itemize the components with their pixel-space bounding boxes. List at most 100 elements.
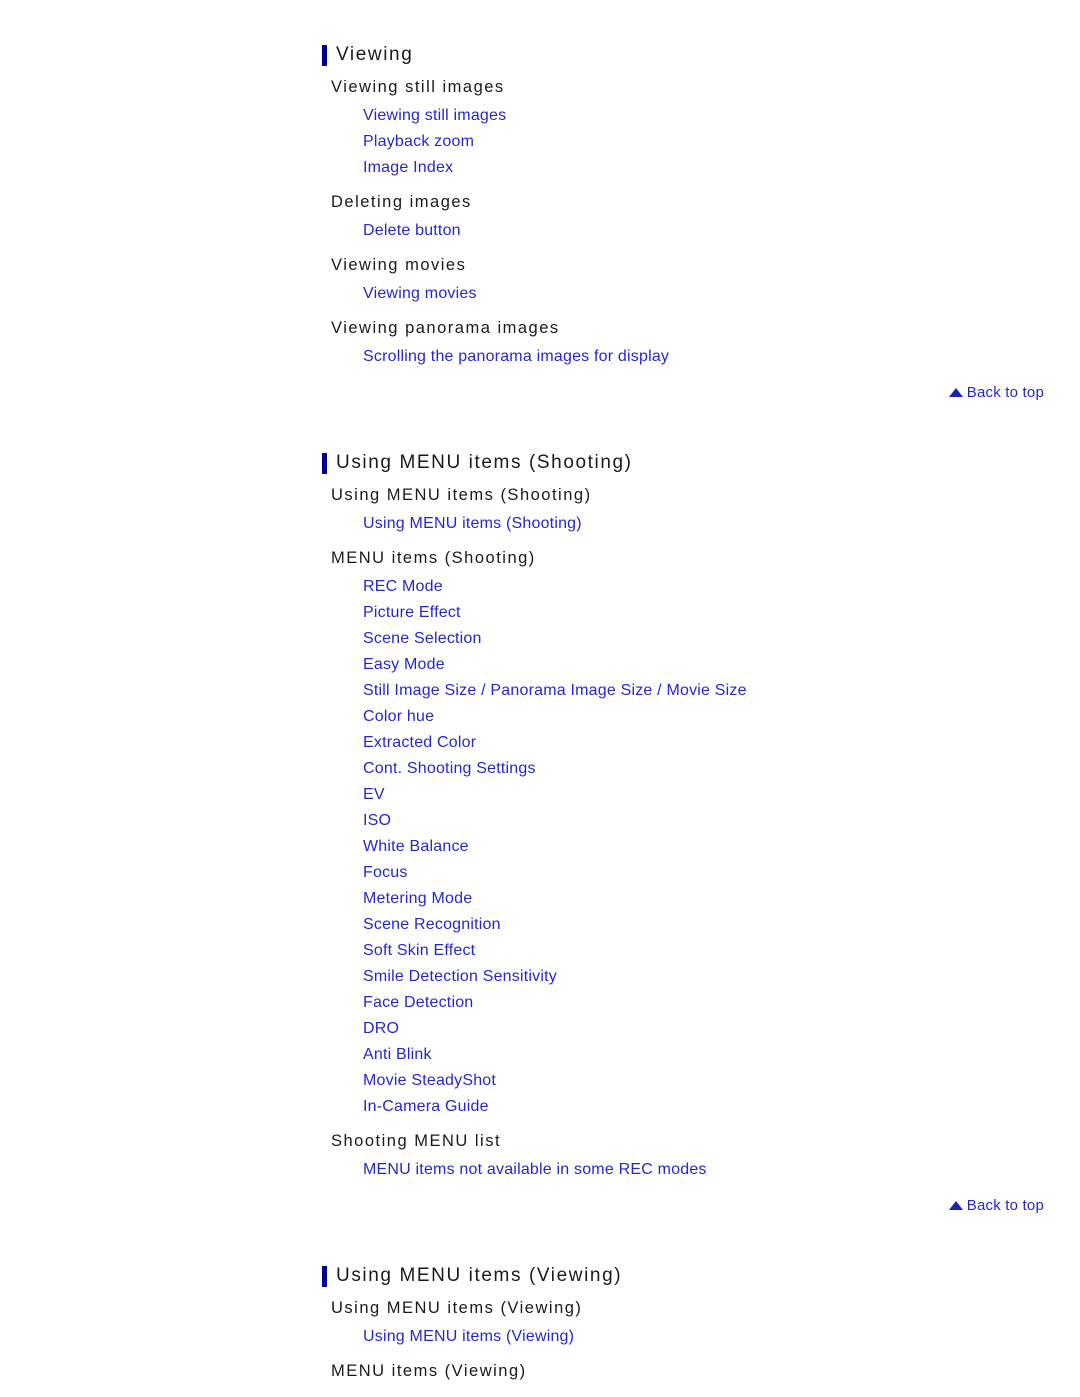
section-title-label: Using MENU items (Viewing) <box>336 1265 623 1286</box>
toc-link[interactable]: Face Detection <box>363 994 473 1011</box>
list-item: Viewing movies <box>363 281 1062 307</box>
list-item: REC Mode <box>363 574 1062 600</box>
toc-link-list: REC Mode Picture Effect Scene Selection Eas… <box>322 574 1062 1120</box>
list-item: Scene Recognition <box>363 912 1062 938</box>
section-title-label: Viewing <box>336 44 414 65</box>
toc-link[interactable]: Smile Detection Sensitivity <box>363 968 557 985</box>
toc-link[interactable]: Delete button <box>363 222 461 239</box>
list-item: Metering Mode <box>363 886 1062 912</box>
toc-section: Using MENU items (Viewing) Using MENU ite… <box>322 1265 1062 1381</box>
toc-link[interactable]: Image Index <box>363 159 453 176</box>
top-spacer <box>322 0 1062 44</box>
back-to-top-row: Back to top <box>322 370 1062 404</box>
triangle-up-icon <box>948 388 963 397</box>
list-item: Playback zoom <box>363 129 1062 155</box>
list-item: MENU items not available in some REC mod… <box>363 1157 1062 1183</box>
section-title: Using MENU items (Viewing) <box>322 1265 1062 1287</box>
section-title: Viewing <box>322 44 1062 66</box>
list-item: EV <box>363 782 1062 808</box>
group-heading: Viewing panorama images <box>331 319 560 337</box>
toc-link-list: Viewing still images Playback zoom Image I… <box>322 103 1062 181</box>
list-item: Easy Mode <box>363 652 1062 678</box>
toc-link-list: MENU items not available in some REC mod… <box>322 1157 1062 1183</box>
toc-link[interactable]: MENU items not available in some REC mod… <box>363 1161 707 1178</box>
toc-link[interactable]: Soft Skin Effect <box>363 942 475 959</box>
list-item: ISO <box>363 808 1062 834</box>
toc-link[interactable]: Focus <box>363 864 408 881</box>
list-item: Face Detection <box>363 990 1062 1016</box>
toc-link[interactable]: Easy Mode <box>363 656 445 673</box>
group-heading: Using MENU items (Viewing) <box>331 1299 583 1317</box>
toc-link[interactable]: In-Camera Guide <box>363 1098 489 1115</box>
toc-link[interactable]: Scene Recognition <box>363 916 501 933</box>
section-title-label: Using MENU items (Shooting) <box>336 452 633 473</box>
toc-section: Viewing Viewing still images Viewing still… <box>322 44 1062 404</box>
section-accent-bar-icon <box>322 44 327 66</box>
toc-link[interactable]: Extracted Color <box>363 734 476 751</box>
toc-link[interactable]: Still Image Size / Panorama Image Size /… <box>363 682 747 699</box>
toc-content: Viewing Viewing still images Viewing still… <box>322 0 1062 1381</box>
list-item: Cont. Shooting Settings <box>363 756 1062 782</box>
list-item: Scrolling the panorama images for displa… <box>363 344 1062 370</box>
group-heading: MENU items (Viewing) <box>331 1362 527 1380</box>
group-heading: Shooting MENU list <box>331 1132 502 1150</box>
toc-link[interactable]: Color hue <box>363 708 434 725</box>
list-item: Using MENU items (Shooting) <box>363 511 1062 537</box>
toc-link[interactable]: Anti Blink <box>363 1046 432 1063</box>
section-title: Using MENU items (Shooting) <box>322 452 1062 474</box>
list-item: Movie SteadyShot <box>363 1068 1062 1094</box>
toc-link[interactable]: EV <box>363 786 385 803</box>
back-to-top-link[interactable]: Back to top <box>948 384 1044 401</box>
toc-link-list: Scrolling the panorama images for displa… <box>322 344 1062 370</box>
list-item: Delete button <box>363 218 1062 244</box>
toc-link[interactable]: Movie SteadyShot <box>363 1072 496 1089</box>
section-accent-bar-icon <box>322 1265 327 1287</box>
toc-link[interactable]: Viewing movies <box>363 285 477 302</box>
list-item: Smile Detection Sensitivity <box>363 964 1062 990</box>
group-heading: Viewing movies <box>331 256 467 274</box>
list-item: Focus <box>363 860 1062 886</box>
toc-link[interactable]: Using MENU items (Viewing) <box>363 1328 574 1345</box>
toc-link-list: Using MENU items (Shooting) <box>322 511 1062 537</box>
list-item: Still Image Size / Panorama Image Size /… <box>363 678 1062 704</box>
list-item: Using MENU items (Viewing) <box>363 1324 1062 1350</box>
toc-link-list: Delete button <box>322 218 1062 244</box>
toc-link[interactable]: Scene Selection <box>363 630 482 647</box>
triangle-up-icon <box>948 1201 963 1210</box>
toc-link[interactable]: Playback zoom <box>363 133 474 150</box>
list-item: Scene Selection <box>363 626 1062 652</box>
group-heading: Viewing still images <box>331 78 505 96</box>
toc-link[interactable]: White Balance <box>363 838 469 855</box>
back-to-top-link[interactable]: Back to top <box>948 1197 1044 1214</box>
toc-link[interactable]: Using MENU items (Shooting) <box>363 515 582 532</box>
list-item: DRO <box>363 1016 1062 1042</box>
list-item: Extracted Color <box>363 730 1062 756</box>
toc-link[interactable]: Picture Effect <box>363 604 461 621</box>
toc-link[interactable]: REC Mode <box>363 578 443 595</box>
section-accent-bar-icon <box>322 452 327 474</box>
list-item: Viewing still images <box>363 103 1062 129</box>
list-item: Image Index <box>363 155 1062 181</box>
list-item: White Balance <box>363 834 1062 860</box>
group-heading: MENU items (Shooting) <box>331 549 536 567</box>
toc-link-list: Using MENU items (Viewing) <box>322 1324 1062 1350</box>
list-item: Anti Blink <box>363 1042 1062 1068</box>
list-item: Color hue <box>363 704 1062 730</box>
back-to-top-label: Back to top <box>966 1197 1044 1214</box>
toc-link[interactable]: DRO <box>363 1020 399 1037</box>
toc-link[interactable]: Scrolling the panorama images for displa… <box>363 348 669 365</box>
list-item: Picture Effect <box>363 600 1062 626</box>
toc-link[interactable]: Metering Mode <box>363 890 472 907</box>
toc-link[interactable]: ISO <box>363 812 391 829</box>
toc-link[interactable]: Cont. Shooting Settings <box>363 760 536 777</box>
toc-link[interactable]: Viewing still images <box>363 107 506 124</box>
